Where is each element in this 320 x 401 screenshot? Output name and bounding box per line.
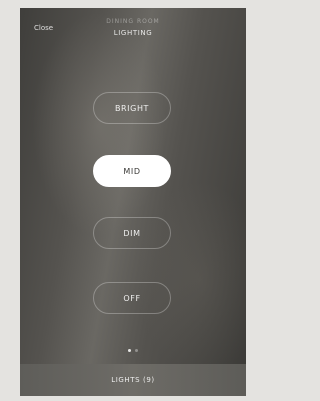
page-indicator[interactable] <box>20 349 246 352</box>
lights-bar[interactable]: LIGHTS (9) <box>20 364 246 396</box>
room-name: DINING ROOM <box>106 18 160 25</box>
lights-count-label: LIGHTS (9) <box>111 376 155 384</box>
scene-dim-button[interactable]: DIM <box>93 217 171 249</box>
page-dot-1[interactable] <box>128 349 131 352</box>
lighting-screen: Close DINING ROOM LIGHTING BRIGHT MID DI… <box>20 8 246 396</box>
page-dot-2[interactable] <box>135 349 138 352</box>
scene-off-button[interactable]: OFF <box>93 282 171 314</box>
top-bar: Close DINING ROOM LIGHTING <box>20 8 246 58</box>
scene-mid-button[interactable]: MID <box>93 155 171 187</box>
screen-title: LIGHTING <box>113 29 153 37</box>
scene-bright-button[interactable]: BRIGHT <box>93 92 171 124</box>
